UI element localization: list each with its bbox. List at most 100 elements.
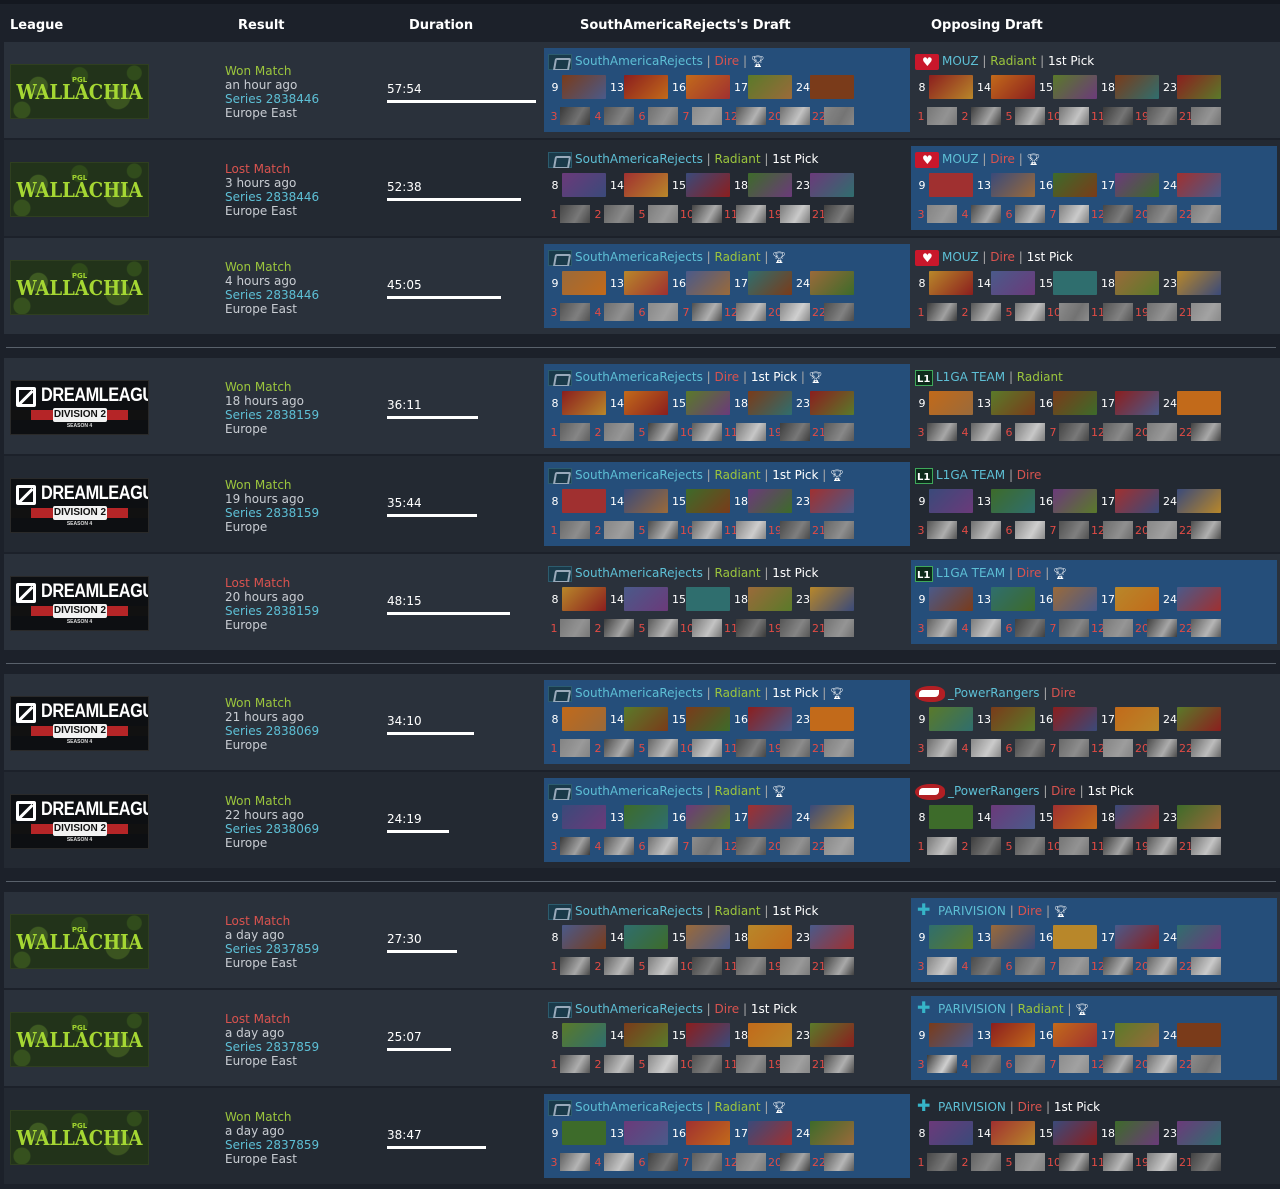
banned-hero-icon[interactable] [692,521,722,539]
hero-pick[interactable]: 16 [734,707,792,731]
hero-ban[interactable]: 10 [1047,1153,1089,1171]
hero-portrait-icon[interactable] [810,489,854,513]
hero-pick[interactable]: 15 [672,707,730,731]
banned-hero-icon[interactable] [927,739,957,757]
banned-hero-icon[interactable] [736,423,766,441]
banned-hero-icon[interactable] [604,423,634,441]
hero-ban[interactable]: 7 [1047,521,1089,539]
hero-ban[interactable]: 11 [724,521,766,539]
banned-hero-icon[interactable] [1015,739,1045,757]
hero-portrait-icon[interactable] [1115,173,1159,197]
hero-portrait-icon[interactable] [1053,805,1097,829]
hero-pick[interactable]: 17 [734,271,792,295]
banned-hero-icon[interactable] [1103,107,1133,125]
banned-hero-icon[interactable] [648,423,678,441]
hero-pick[interactable]: 9 [915,391,973,415]
hero-pick[interactable]: 17 [1101,391,1159,415]
hero-portrait-icon[interactable] [562,805,606,829]
hero-ban[interactable]: 6 [636,303,678,321]
hero-portrait-icon[interactable] [1053,1023,1097,1047]
league-logo-pgl-wallachia[interactable]: PGL WALLACHIA [10,162,149,217]
hero-portrait-icon[interactable] [810,707,854,731]
hero-ban[interactable]: 19 [768,1055,810,1073]
team-name-link[interactable]: MOUZ [942,250,979,264]
hero-pick[interactable]: 16 [672,805,730,829]
hero-ban[interactable]: 22 [1179,521,1221,539]
hero-pick[interactable]: 17 [1101,707,1159,731]
banned-hero-icon[interactable] [1147,619,1177,637]
hero-portrait-icon[interactable] [1115,587,1159,611]
banned-hero-icon[interactable] [1103,619,1133,637]
hero-portrait-icon[interactable] [624,271,668,295]
hero-portrait-icon[interactable] [991,391,1035,415]
banned-hero-icon[interactable] [736,837,766,855]
hero-ban[interactable]: 1 [548,619,590,637]
banned-hero-icon[interactable] [604,205,634,223]
hero-portrait-icon[interactable] [562,925,606,949]
match-row[interactable]: DREAMLEAGUEDIVISION 2SEASON 4Won Match19… [4,456,1280,552]
hero-pick[interactable]: 15 [672,925,730,949]
hero-ban[interactable]: 7 [1047,739,1089,757]
hero-pick[interactable]: 24 [796,1121,854,1145]
hero-pick[interactable]: 13 [977,707,1035,731]
hero-portrait-icon[interactable] [624,1023,668,1047]
hero-pick[interactable]: 24 [796,805,854,829]
banned-hero-icon[interactable] [824,619,854,637]
hero-ban[interactable]: 19 [768,423,810,441]
banned-hero-icon[interactable] [780,1153,810,1171]
hero-portrait-icon[interactable] [1177,75,1221,99]
hero-portrait-icon[interactable] [1115,805,1159,829]
hero-ban[interactable]: 2 [959,1153,1001,1171]
banned-hero-icon[interactable] [1059,1055,1089,1073]
hero-ban[interactable]: 20 [768,303,810,321]
result-status[interactable]: Won Match [225,1110,319,1124]
banned-hero-icon[interactable] [692,107,722,125]
hero-portrait-icon[interactable] [686,173,730,197]
hero-ban[interactable]: 4 [959,957,1001,975]
banned-hero-icon[interactable] [1059,107,1089,125]
hero-ban[interactable]: 11 [724,423,766,441]
hero-pick[interactable]: 24 [796,75,854,99]
match-row[interactable]: PGL WALLACHIA Lost Match 3 hours ago Series … [4,140,1280,236]
banned-hero-icon[interactable] [1103,423,1133,441]
banned-hero-icon[interactable] [824,521,854,539]
hero-portrait-icon[interactable] [1053,271,1097,295]
hero-pick[interactable]: 13 [977,391,1035,415]
hero-ban[interactable]: 7 [1047,423,1089,441]
banned-hero-icon[interactable] [1191,521,1221,539]
hero-pick[interactable]: 24 [1163,925,1221,949]
banned-hero-icon[interactable] [927,423,957,441]
hero-pick[interactable]: 14 [977,75,1035,99]
banned-hero-icon[interactable] [648,303,678,321]
banned-hero-icon[interactable] [736,107,766,125]
banned-hero-icon[interactable] [971,521,1001,539]
match-row[interactable]: DREAMLEAGUEDIVISION 2SEASON 4Won Match21… [4,674,1280,770]
banned-hero-icon[interactable] [1059,957,1089,975]
hero-pick[interactable]: 8 [548,587,606,611]
hero-portrait-icon[interactable] [624,587,668,611]
header-league[interactable]: League [10,18,63,33]
hero-ban[interactable]: 7 [680,1153,722,1171]
hero-pick[interactable]: 15 [1039,1121,1097,1145]
hero-pick[interactable]: 13 [610,805,668,829]
hero-pick[interactable]: 14 [977,1121,1035,1145]
banned-hero-icon[interactable] [1103,205,1133,223]
hero-ban[interactable]: 6 [1003,205,1045,223]
banned-hero-icon[interactable] [1015,423,1045,441]
team-name-link[interactable]: L1GA TEAM [936,566,1005,580]
hero-ban[interactable]: 4 [959,205,1001,223]
hero-ban[interactable]: 4 [592,837,634,855]
banned-hero-icon[interactable] [648,521,678,539]
banned-hero-icon[interactable] [1191,957,1221,975]
hero-portrait-icon[interactable] [810,391,854,415]
hero-pick[interactable]: 15 [1039,805,1097,829]
hero-ban[interactable]: 5 [636,619,678,637]
banned-hero-icon[interactable] [1059,423,1089,441]
banned-hero-icon[interactable] [1059,521,1089,539]
hero-pick[interactable]: 9 [548,75,606,99]
hero-pick[interactable]: 23 [1163,805,1221,829]
banned-hero-icon[interactable] [780,303,810,321]
hero-portrait-icon[interactable] [1177,925,1221,949]
series-link[interactable]: Series 2838159 [225,408,319,422]
banned-hero-icon[interactable] [560,739,590,757]
